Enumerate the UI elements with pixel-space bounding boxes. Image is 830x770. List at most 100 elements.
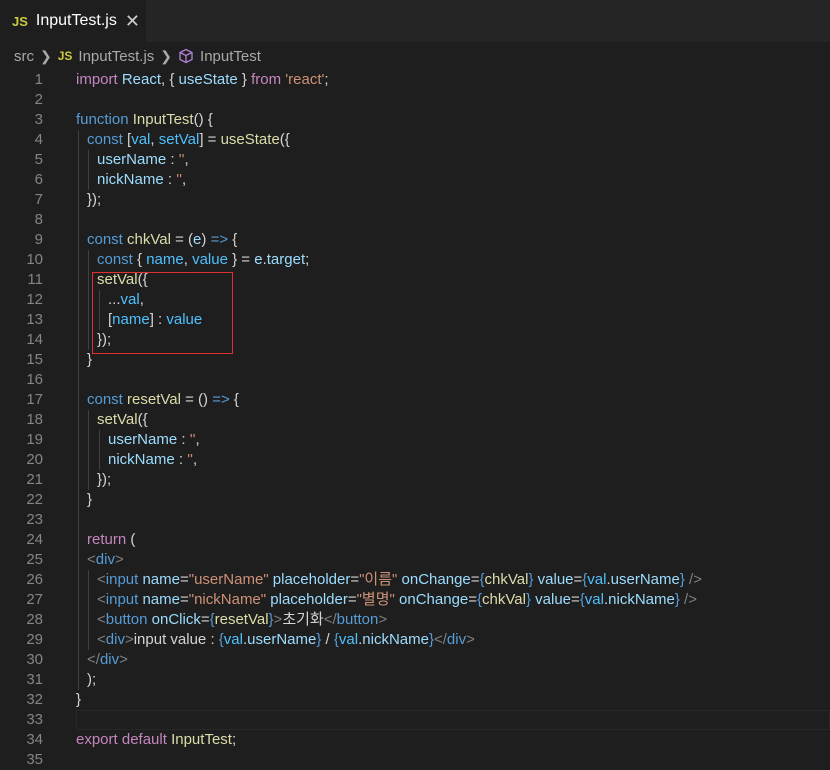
code-text: nickName : '', [97, 170, 186, 190]
code-text: function InputTest() { [76, 110, 213, 130]
code-line[interactable]: 6 nickName : '', [0, 170, 830, 190]
line-number: 6 [34, 171, 43, 188]
code-token: userName [610, 571, 680, 588]
code-token: ({ [137, 411, 148, 428]
code-token: { [228, 231, 238, 248]
code-line[interactable]: 3 function InputTest() { [0, 110, 830, 130]
code-token: : [177, 431, 190, 448]
line-number: 34 [26, 731, 43, 748]
line-number: 2 [34, 91, 43, 108]
code-token: : [163, 171, 177, 188]
code-line[interactable]: 27 <input name="nickName" placeholder="별명… [0, 590, 830, 610]
code-token: > [466, 631, 475, 648]
code-text: </div> [87, 650, 128, 670]
code-line[interactable]: 26 <input name="userName" placeholder="이름… [0, 570, 830, 590]
line-number: 14 [26, 331, 43, 348]
line-number: 3 [34, 111, 43, 128]
code-token: ) [201, 231, 211, 248]
code-token: button [105, 611, 152, 628]
line-number: 29 [26, 631, 43, 648]
code-line[interactable]: 5 userName : '', [0, 150, 830, 170]
code-line[interactable]: 22} [0, 490, 830, 510]
code-line[interactable]: 2 [0, 90, 830, 110]
code-line[interactable]: 19 userName : '', [0, 430, 830, 450]
code-token: , [150, 131, 159, 148]
code-line[interactable]: 23 [0, 510, 830, 530]
code-token: > [378, 611, 388, 628]
code-text: userName : '', [108, 430, 200, 450]
chevron-right-icon: ❯ [40, 47, 52, 64]
code-token: < [97, 611, 106, 628]
code-line[interactable]: 30 </div> [0, 650, 830, 670]
line-number: 33 [26, 711, 43, 728]
code-text: <input name="nickName" placeholder="별명" … [97, 590, 697, 610]
code-token: val [338, 631, 359, 648]
code-editor[interactable]: 1 import React, { useState } from 'react'… [0, 70, 830, 769]
line-number: 9 [34, 231, 43, 248]
code-line[interactable]: 24 return ( [0, 530, 830, 550]
code-token: onChange [399, 591, 469, 608]
code-line[interactable]: 17 const resetVal = () => { [0, 390, 830, 410]
code-token: placeholder [270, 591, 348, 608]
code-token: </ [433, 631, 447, 648]
code-token: = [350, 571, 360, 588]
line-number: 20 [26, 451, 43, 468]
code-token: userName [247, 631, 317, 648]
tab-inputtest[interactable]: JS InputTest.js ✕ [0, 0, 146, 42]
code-line[interactable]: 1 import React, { useState } from 'react'… [0, 70, 830, 90]
line-number: 32 [26, 691, 43, 708]
code-token: = [468, 591, 478, 608]
code-token: 'react' [285, 71, 325, 88]
code-token: import [76, 71, 122, 88]
tab-label: InputTest.js [35, 12, 117, 29]
code-text: userName : '', [97, 150, 189, 170]
code-token: }); [97, 471, 112, 488]
code-line[interactable]: 31); [0, 670, 830, 690]
code-token: target [266, 251, 306, 268]
code-token: input value : [133, 631, 219, 648]
code-line[interactable]: 20 nickName : '', [0, 450, 830, 470]
code-token: div [99, 651, 120, 668]
code-token: useState [178, 71, 238, 88]
code-token: function [76, 111, 133, 128]
code-text: const [val, setVal] = useState({ [87, 130, 290, 150]
code-token: ; [231, 731, 237, 748]
line-number: 23 [26, 511, 43, 528]
breadcrumb-file[interactable]: InputTest.js [78, 48, 154, 65]
code-line[interactable]: 10 const { name, value } = e.target; [0, 250, 830, 270]
js-file-icon: JS [12, 13, 28, 29]
breadcrumb-symbol[interactable]: InputTest [200, 48, 261, 65]
code-line[interactable]: 33 [0, 710, 830, 730]
code-token: placeholder [272, 571, 351, 588]
code-line[interactable]: 34 export default InputTest; [0, 730, 830, 750]
code-line[interactable]: 21}); [0, 470, 830, 490]
code-line[interactable]: 35 [0, 750, 830, 770]
line-number: 21 [26, 471, 43, 488]
code-line[interactable]: 7}); [0, 190, 830, 210]
code-token: } [674, 591, 685, 608]
line-number: 7 [34, 191, 43, 208]
code-token: } [679, 571, 690, 588]
code-line[interactable]: 32} [0, 690, 830, 710]
code-token: export [76, 731, 122, 748]
code-line[interactable]: 18 setVal({ [0, 410, 830, 430]
code-line[interactable]: 16 [0, 370, 830, 390]
code-token: const [87, 131, 128, 148]
code-text: import React, { useState } from 'react'; [76, 70, 329, 90]
breadcrumb-folder[interactable]: src [14, 48, 34, 65]
code-line[interactable]: 28 <button onClick={resetVal}>초기화</button… [0, 610, 830, 630]
code-line[interactable]: 29 <div>input value : {val.userName} / {v… [0, 630, 830, 650]
code-token: chkVal [482, 591, 526, 608]
line-number: 25 [26, 551, 43, 568]
code-token: () { [193, 111, 213, 128]
line-number: 11 [27, 271, 43, 288]
code-line[interactable]: 9 const chkVal = (e) => { [0, 230, 830, 250]
code-line[interactable]: 8 [0, 210, 830, 230]
code-token: val [223, 631, 243, 648]
code-token: e [254, 251, 263, 268]
code-token: chkVal [127, 231, 171, 248]
code-line[interactable]: 25 <div> [0, 550, 830, 570]
code-line[interactable]: 4 const [val, setVal] = useState({ [0, 130, 830, 150]
close-icon[interactable]: ✕ [125, 11, 140, 32]
code-token: name [142, 591, 180, 608]
